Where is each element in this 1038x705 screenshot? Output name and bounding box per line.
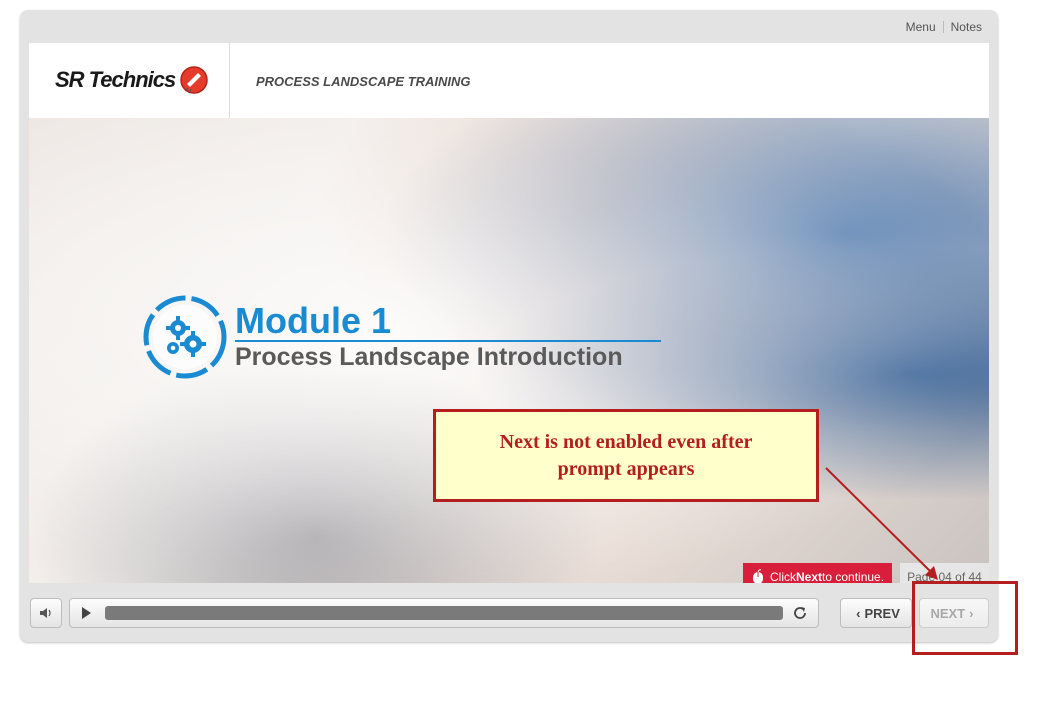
module-subtitle: Process Landscape Introduction — [235, 343, 623, 371]
annotation-highlight-box — [912, 581, 1018, 655]
gears-icon — [143, 295, 227, 379]
replay-icon[interactable] — [792, 605, 808, 621]
top-links: Menu Notes — [906, 20, 982, 34]
logo: SR Technics — [55, 65, 209, 95]
annotation-callout: Next is not enabled even after prompt ap… — [433, 409, 819, 502]
logo-text: SR Technics — [55, 67, 176, 92]
volume-icon — [40, 608, 51, 618]
notes-link[interactable]: Notes — [951, 20, 982, 34]
menu-link[interactable]: Menu — [906, 20, 936, 34]
slide-stage: Module 1 Process Landscape Introduction … — [29, 118, 989, 583]
prompt-text-bold: Next — [796, 570, 823, 583]
volume-button[interactable] — [30, 598, 62, 628]
progress-track[interactable] — [105, 606, 783, 620]
prompt-text-pre: Click — [770, 570, 796, 583]
page-counter: Page 04 of 44 — [900, 563, 989, 583]
logo-icon — [180, 66, 208, 94]
course-header: SR Technics PROCESS LANDSCAPE TRAINING — [29, 43, 989, 118]
mouse-icon — [753, 569, 763, 583]
module-title-underline — [235, 340, 661, 342]
annotation-text: Next is not enabled even after prompt ap… — [499, 430, 753, 480]
seekbar — [69, 598, 819, 628]
module-title: Module 1 — [235, 300, 392, 341]
chevron-left-icon: ‹ — [856, 605, 861, 621]
prev-button[interactable]: ‹ PREV — [840, 598, 912, 628]
play-icon[interactable] — [80, 606, 92, 620]
course-title: PROCESS LANDSCAPE TRAINING — [256, 74, 471, 89]
course-player: Menu Notes SR Technics PROCESS LANDSCAPE… — [20, 10, 998, 642]
prompt-text-post: to continue. — [822, 570, 885, 583]
prev-label: PREV — [864, 605, 900, 621]
link-divider — [942, 21, 944, 33]
continue-prompt: Click Next to continue. — [743, 563, 893, 583]
header-divider — [229, 43, 230, 118]
